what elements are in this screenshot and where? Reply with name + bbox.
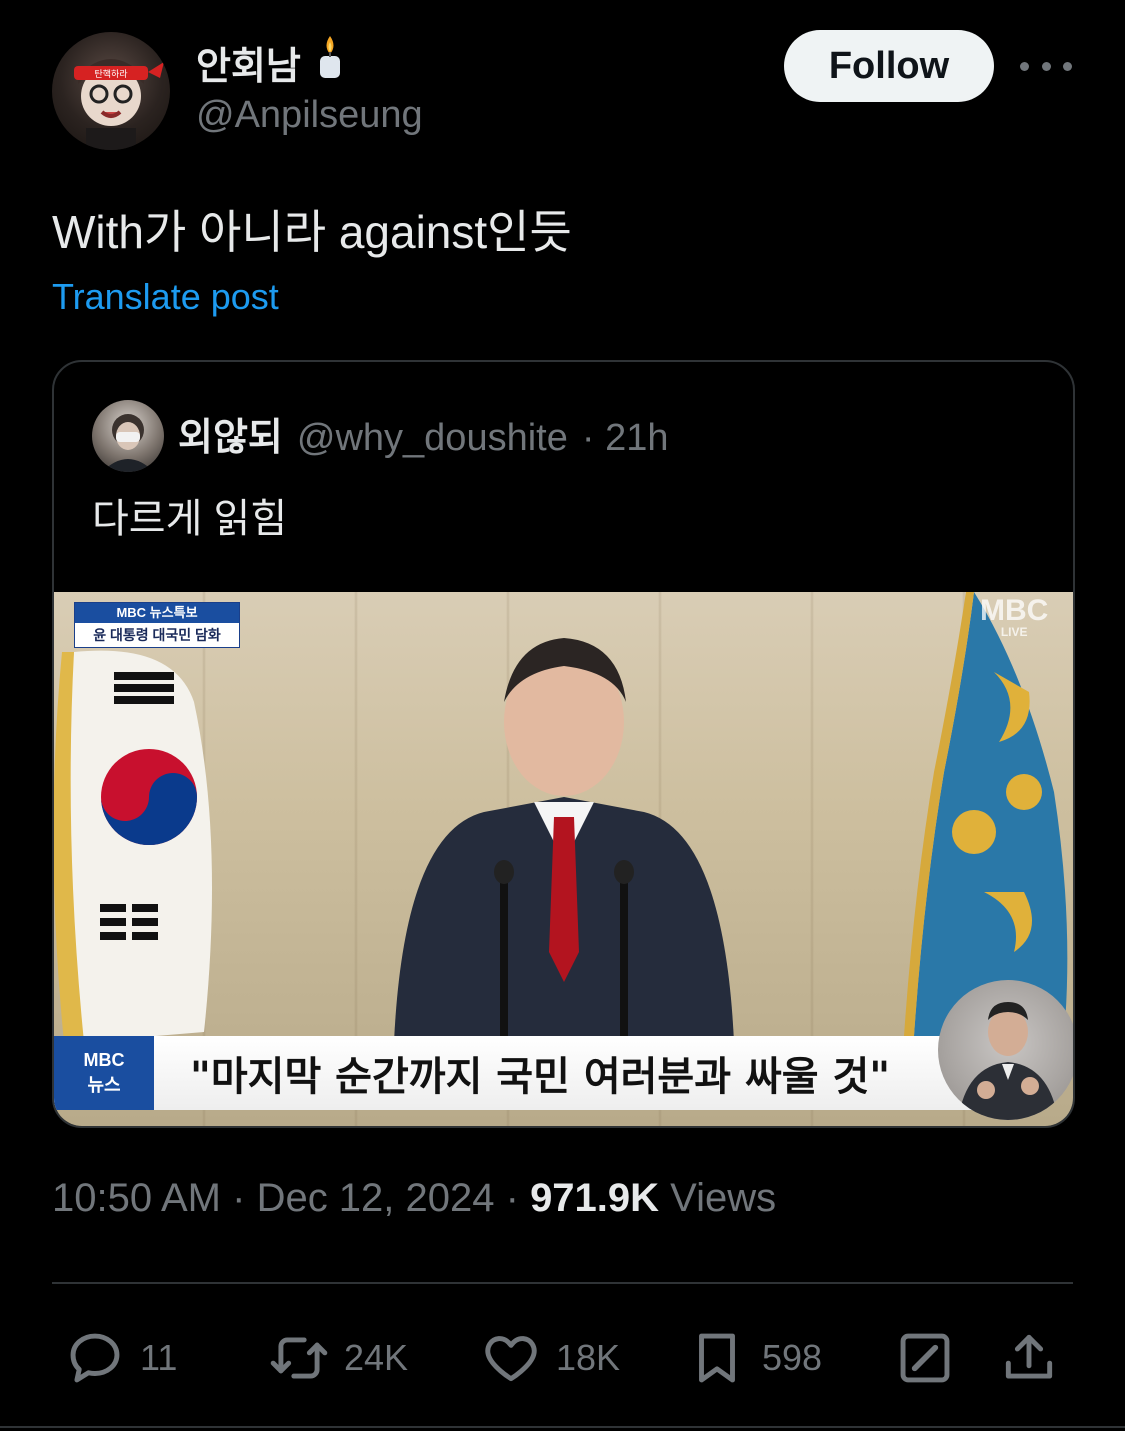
caption-logo: MBC 뉴스 — [54, 1036, 154, 1110]
news-tag-bottom: 윤 대통령 대국민 담화 — [93, 627, 221, 643]
meta-separator: · — [494, 1176, 531, 1220]
quoted-display-name[interactable]: 외않되 — [178, 406, 283, 461]
quoted-tweet-card[interactable]: 외않되 @why_doushite · 21h 다르게 읽힘 MBC 뉴스특보 … — [52, 360, 1075, 1128]
reply-count: 11 — [140, 1337, 178, 1378]
divider — [52, 1282, 1073, 1284]
share-icon — [1005, 1334, 1053, 1379]
candle-icon — [315, 34, 345, 90]
follow-button[interactable]: Follow — [784, 30, 994, 102]
reply-button[interactable]: 11 — [64, 1326, 177, 1390]
like-icon — [485, 1336, 537, 1382]
like-count: 18K — [556, 1337, 621, 1378]
watermark-logo: MBC — [980, 594, 1049, 627]
like-button[interactable]: 18K — [480, 1326, 620, 1390]
more-dot — [1020, 61, 1029, 71]
tweet-time[interactable]: 10:50 AM — [52, 1176, 221, 1220]
author-name-row[interactable]: 안회남 — [196, 34, 345, 90]
more-icon[interactable] — [1020, 48, 1072, 84]
meta-separator: · — [221, 1176, 257, 1220]
svg-text:탄핵하라: 탄핵하라 — [94, 68, 128, 80]
quoted-time: · 21h — [581, 417, 669, 459]
repost-icon — [270, 1337, 328, 1379]
bookmark-button[interactable]: 598 — [686, 1326, 822, 1390]
share-button[interactable] — [998, 1326, 1060, 1390]
more-dot — [1063, 61, 1072, 71]
author-avatar-illustration: 탄핵하라 — [74, 59, 164, 150]
watermark-live: LIVE — [1000, 625, 1028, 639]
quoted-author-avatar[interactable] — [92, 400, 164, 472]
caption-logo-bottom: 뉴스 — [87, 1074, 121, 1095]
translate-post-link[interactable]: Translate post — [52, 276, 279, 318]
author-handle[interactable]: @Anpilseung — [196, 94, 423, 137]
grok-button[interactable] — [894, 1326, 956, 1390]
bookmark-count: 598 — [762, 1337, 823, 1378]
quoted-text: 다르게 읽힘 — [92, 497, 288, 541]
grok-icon — [900, 1333, 950, 1383]
repost-count: 24K — [344, 1337, 409, 1378]
author-avatar[interactable]: 탄핵하라 — [52, 32, 170, 150]
bottom-divider — [0, 1426, 1125, 1428]
presidential-flag — [904, 592, 1068, 1036]
views-count: 971.9K — [530, 1176, 660, 1220]
quoted-avatar-illustration — [102, 414, 154, 472]
speaker-figure — [394, 638, 734, 1042]
tweet-date[interactable]: Dec 12, 2024 — [257, 1176, 495, 1220]
quoted-handle[interactable]: @why_doushite — [297, 417, 568, 460]
repost-button[interactable]: 24K — [268, 1326, 408, 1390]
bookmark-icon — [699, 1333, 735, 1383]
korean-flag — [54, 650, 212, 1042]
news-tag-top: MBC 뉴스특보 — [75, 603, 239, 623]
news-caption-text: "마지막 순간까지 국민 여러분과 싸울 것" — [190, 1054, 891, 1100]
more-dot — [1041, 61, 1051, 71]
caption-logo-top: MBC — [83, 1049, 125, 1070]
author-display-name[interactable]: 안회남 — [196, 35, 301, 90]
news-caption-bar: MBC 뉴스 "마지막 순간까지 국민 여러분과 싸울 것" — [54, 1036, 974, 1110]
quoted-header: 외않되 @why_doushite · 21h — [178, 406, 668, 461]
sign-language-interpreter — [938, 980, 1073, 1120]
tweet-text: With가 아니라 against인듯 — [52, 206, 572, 258]
views-label: Views — [659, 1176, 777, 1220]
tweet-meta: 10:50 AM · Dec 12, 2024 · 971.9K Views — [52, 1176, 776, 1221]
quoted-media-image[interactable]: MBC 뉴스특보 윤 대통령 대국민 담화 MBC LIVE MBC 뉴스 "마… — [54, 592, 1073, 1126]
reply-icon — [70, 1333, 120, 1383]
news-tag: MBC 뉴스특보 윤 대통령 대국민 담화 — [74, 602, 240, 648]
broadcaster-watermark: MBC LIVE — [980, 594, 1049, 639]
